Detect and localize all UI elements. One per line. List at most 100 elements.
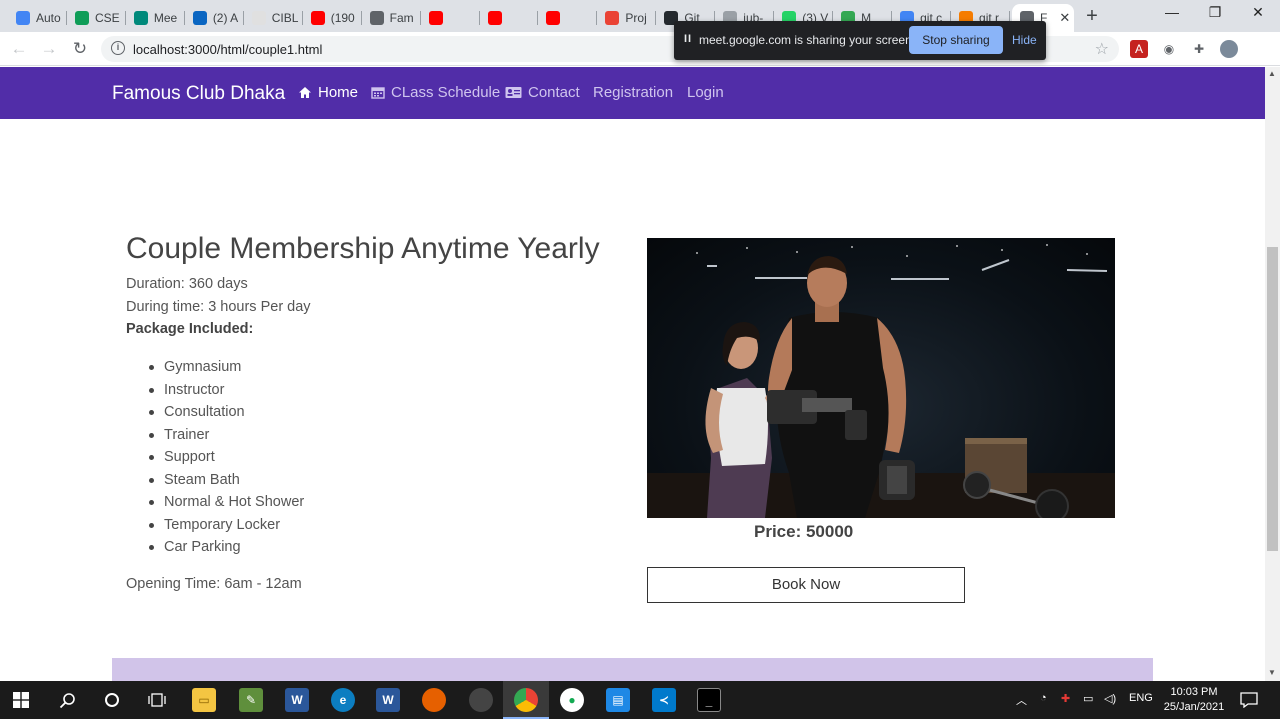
terminal-icon[interactable]: _ (697, 688, 721, 712)
chrome-icon[interactable] (514, 688, 538, 712)
tab-favicon-icon (74, 11, 89, 25)
back-button[interactable]: ← (8, 38, 30, 60)
site-info-icon[interactable]: i (111, 41, 125, 55)
tab-favicon-icon (192, 11, 207, 25)
site-brand[interactable]: Famous Club Dhaka (112, 83, 285, 105)
nav-registration-label: Registration (593, 84, 674, 101)
tab-label: Auto (36, 11, 61, 25)
stop-sharing-button[interactable]: Stop sharing (909, 26, 1003, 54)
browser-tab[interactable]: Proj (597, 4, 657, 32)
tab-label: (190 (330, 11, 355, 25)
nav-login[interactable]: Login (687, 84, 724, 101)
tab-favicon-icon (133, 11, 148, 25)
browser-tab[interactable]: (2) A (185, 4, 244, 32)
package-list-item: Temporary Locker (126, 514, 304, 537)
task-view-icon[interactable] (148, 692, 166, 708)
firefox-icon[interactable] (422, 688, 446, 712)
duration-text: Duration: 360 days (126, 276, 248, 292)
restore-button[interactable]: ❐ (1195, 4, 1235, 24)
browser-tab[interactable]: CSE (67, 4, 126, 32)
tab-label: (2) A (212, 11, 239, 25)
package-list-item: Car Parking (126, 536, 304, 559)
browser-tab[interactable] (538, 4, 598, 32)
tab-label: CSE (94, 11, 120, 25)
tab-favicon-icon (546, 11, 561, 25)
nav-registration[interactable]: Registration (593, 84, 673, 101)
word-document-icon[interactable]: W (376, 688, 400, 712)
tab-favicon-icon (487, 11, 502, 25)
url-text[interactable]: localhost:3000/html/couple1.html (133, 42, 322, 57)
tab-favicon-icon (16, 11, 30, 25)
contact-card-icon (505, 87, 522, 98)
app-icon[interactable] (469, 688, 493, 712)
nav-home-label: Home (318, 84, 359, 101)
browser-tab[interactable]: (190 (303, 4, 362, 32)
reload-button[interactable]: ↻ (69, 38, 91, 60)
tab-favicon-icon (251, 11, 266, 25)
search-icon[interactable] (59, 692, 76, 709)
page-scrollbar[interactable]: ▲ ▼ (1265, 67, 1280, 681)
show-hidden-icons-chevron-icon[interactable]: ︿ (1016, 692, 1027, 708)
tab-favicon-icon (428, 11, 443, 25)
taskbar-clock[interactable]: 10:03 PM 25/Jan/2021 (1163, 685, 1225, 715)
wifi-icon[interactable]: ◔ (1040, 692, 1047, 704)
nav-class-schedule[interactable]: CLass Schedule (371, 84, 500, 101)
battery-icon[interactable]: ▭ (1083, 692, 1093, 705)
package-list-item: Support (126, 446, 304, 469)
calendar-icon (371, 87, 385, 99)
file-explorer-icon[interactable]: ▭ (192, 688, 216, 712)
nav-contact[interactable]: Contact (505, 84, 580, 101)
browser-toolbar: ← → ↻ i localhost:3000/html/couple1.html… (0, 32, 1280, 66)
vscode-icon[interactable]: ≺ (652, 688, 676, 712)
tab-label: Proj (625, 11, 647, 25)
browser-tab[interactable]: Fam (362, 4, 421, 32)
nav-login-label: Login (687, 84, 724, 101)
pause-icon: II (684, 33, 693, 45)
antivirus-icon[interactable]: ✚ (1061, 692, 1070, 705)
browser-tab[interactable]: Auto (8, 4, 67, 32)
windows-taskbar: ▭ ✎ W e W ● ▤ ≺ _ ︿ ◔ ✚ ▭ ◁) ENG 10:03 P… (0, 681, 1280, 719)
package-list-item: Instructor (126, 379, 304, 402)
windows-start-icon[interactable] (13, 692, 29, 708)
hide-banner-button[interactable]: Hide (1012, 33, 1037, 47)
profile-avatar[interactable] (1220, 40, 1238, 58)
home-icon (299, 87, 311, 98)
language-indicator[interactable]: ENG (1129, 692, 1153, 704)
site-navbar: Famous Club Dhaka Home CLass Schedule Co… (0, 67, 1265, 119)
membership-title: Couple Membership Anytime Yearly (126, 232, 600, 265)
package-heading: Package Included: (126, 321, 254, 337)
new-tab-button[interactable]: + (1081, 6, 1103, 28)
cortana-icon[interactable] (104, 692, 120, 708)
browser-tab[interactable]: CIBL (244, 4, 303, 32)
browser-tab[interactable] (480, 4, 539, 32)
close-window-button[interactable]: ✕ (1238, 4, 1278, 24)
nav-home[interactable]: Home (298, 84, 358, 101)
package-list: Gymnasium Instructor Consultation Trainer Su… (126, 356, 304, 559)
bookmark-star-icon[interactable]: ☆ (1095, 39, 1109, 59)
package-list-item: Gymnasium (126, 356, 304, 379)
scroll-down-arrow-icon[interactable]: ▼ (1268, 668, 1276, 677)
pdf-extension-icon[interactable]: A (1130, 40, 1148, 58)
browser-tab[interactable]: Mee (126, 4, 185, 32)
mongodb-compass-icon[interactable]: ● (560, 688, 584, 712)
scrollbar-thumb[interactable] (1267, 247, 1278, 551)
extensions-puzzle-icon[interactable]: ✚ (1190, 40, 1208, 58)
scroll-up-arrow-icon[interactable]: ▲ (1268, 69, 1276, 78)
package-list-item: Normal & Hot Shower (126, 491, 304, 514)
minimize-button[interactable]: — (1152, 4, 1192, 24)
notepad-plus-icon[interactable]: ✎ (239, 688, 263, 712)
tab-label: CIBL (271, 11, 299, 25)
volume-icon[interactable]: ◁) (1104, 692, 1116, 705)
control-panel-icon[interactable]: ▤ (606, 688, 630, 712)
camera-extension-icon[interactable]: ◉ (1160, 40, 1178, 58)
edge-icon[interactable]: e (331, 688, 355, 712)
notification-center-icon[interactable] (1240, 692, 1258, 708)
word-icon[interactable]: W (285, 688, 309, 712)
close-tab-icon[interactable]: ✕ (1059, 10, 1070, 26)
price-text: Price: 50000 (754, 522, 854, 541)
clock-date: 25/Jan/2021 (1163, 701, 1225, 713)
during-time-text: During time: 3 hours Per day (126, 299, 311, 315)
browser-tab[interactable] (421, 4, 480, 32)
book-now-button[interactable]: Book Now (647, 567, 965, 603)
forward-button[interactable]: → (38, 38, 60, 60)
